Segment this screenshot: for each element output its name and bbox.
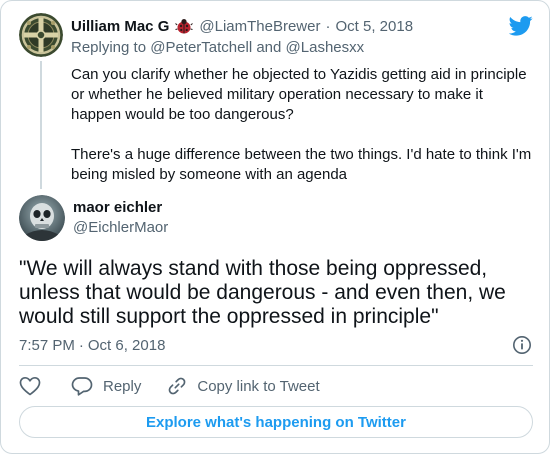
main-author-avatar[interactable] xyxy=(19,195,65,241)
parent-tweet-date[interactable]: Oct 5, 2018 xyxy=(335,18,413,35)
actions-divider xyxy=(19,365,533,366)
main-author-name[interactable]: maor eichler xyxy=(73,199,162,216)
replying-to-line: Replying to @PeterTatchell and @Lashesxx xyxy=(71,39,364,56)
reply-button[interactable]: Reply xyxy=(71,376,141,396)
heart-icon xyxy=(19,376,41,396)
parent-author-avatar[interactable] xyxy=(19,13,63,57)
copy-link-button[interactable]: Copy link to Tweet xyxy=(167,376,320,396)
link-icon xyxy=(168,377,186,395)
explore-twitter-button[interactable]: Explore what's happening on Twitter xyxy=(19,406,533,438)
main-tweet-text: "We will always stand with those being o… xyxy=(19,257,506,328)
info-icon[interactable] xyxy=(512,335,532,355)
parent-tweet-text: Can you clarify whether he objected to Y… xyxy=(71,65,536,185)
celtic-cross-emblem xyxy=(19,13,63,57)
reply-bubble-icon xyxy=(71,377,93,396)
mention-link-1[interactable]: @PeterTatchell xyxy=(150,39,252,56)
tweet-actions-bar: Reply Copy link to Tweet xyxy=(19,375,320,397)
skull-face-avatar-image xyxy=(19,195,65,241)
tweet-timestamp[interactable]: 7:57 PM · Oct 6, 2018 xyxy=(19,335,165,355)
like-button[interactable] xyxy=(19,376,41,396)
reply-label: Reply xyxy=(103,377,142,395)
parent-tweet-header: Uilliam Mac G @LiamTheBrewer · Oct 5, 20… xyxy=(71,15,413,37)
parent-tweet-paragraph-2: There's a huge difference between the tw… xyxy=(71,146,532,183)
timestamp-separator: · xyxy=(78,336,84,354)
copy-link-label: Copy link to Tweet xyxy=(197,377,320,395)
tweet-card: Uilliam Mac G @LiamTheBrewer · Oct 5, 20… xyxy=(0,0,550,454)
replying-and: and xyxy=(256,39,282,56)
tweet-date[interactable]: Oct 6, 2018 xyxy=(88,337,166,354)
parent-author-handle[interactable]: @LiamTheBrewer xyxy=(199,18,320,35)
ladybug-icon xyxy=(175,19,194,34)
header-separator: · xyxy=(325,17,331,35)
twitter-bird-icon[interactable] xyxy=(509,15,533,37)
thread-connector-line xyxy=(40,61,42,189)
parent-author-name[interactable]: Uilliam Mac G xyxy=(71,18,169,35)
replying-prefix: Replying to xyxy=(71,39,147,56)
parent-tweet-paragraph-1: Can you clarify whether he objected to Y… xyxy=(71,66,527,123)
main-author-handle[interactable]: @EichlerMaor xyxy=(73,219,168,236)
tweet-time[interactable]: 7:57 PM xyxy=(19,337,75,354)
mention-link-2[interactable]: @Lashesxx xyxy=(286,39,365,56)
